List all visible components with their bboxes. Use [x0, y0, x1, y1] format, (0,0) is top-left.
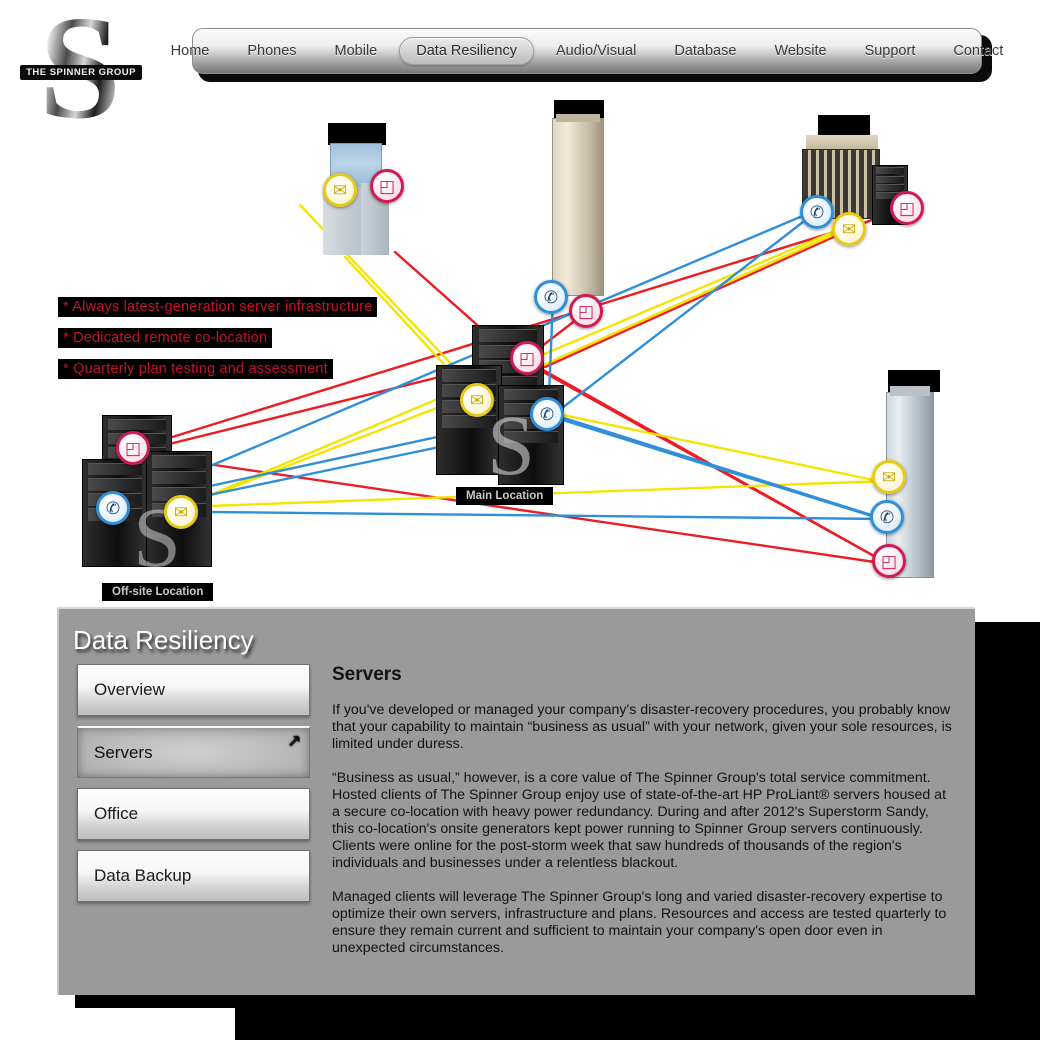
site-offsite-location: S ◰ ✆ ✉ Off-site Location [82, 415, 232, 601]
article-heading: Servers [332, 664, 402, 685]
folder-badge-top-left[interactable]: ◰ [370, 169, 404, 203]
envelope-icon: ✉ [332, 180, 348, 200]
building-dark-office-cap [806, 135, 878, 149]
envelope-icon: ✉ [469, 390, 485, 410]
envelope-badge-top-left[interactable]: ✉ [323, 173, 357, 207]
envelope-icon: ✉ [841, 219, 857, 239]
site-building-top-left: ✉ ◰ [320, 123, 410, 263]
folder-badge-top-center[interactable]: ◰ [569, 294, 603, 328]
folder-badge-main[interactable]: ◰ [510, 341, 544, 375]
page-title: Data Resiliency [73, 625, 254, 655]
rack-unit [875, 183, 905, 191]
mobile-phone-icon: ✆ [809, 202, 825, 222]
phone-badge-bottom-right[interactable]: ✆ [870, 500, 904, 534]
section-sidebar: Overview Servers ↗ Office Data Backup [77, 664, 310, 912]
building-tower-crown [890, 386, 930, 396]
nav-item-database[interactable]: Database [658, 38, 752, 64]
sidebar-item-label: Servers [94, 742, 153, 762]
mobile-phone-icon: ✆ [879, 507, 895, 527]
mobile-phone-icon: ✆ [543, 287, 559, 307]
redaction-block-top-left [328, 123, 386, 145]
article-paragraph: Managed clients will leverage The Spinne… [332, 889, 947, 957]
envelope-badge-main[interactable]: ✉ [460, 383, 494, 417]
nav-item-support[interactable]: Support [849, 38, 932, 64]
phone-badge-top-right[interactable]: ✆ [800, 195, 834, 229]
mobile-phone-icon: ✆ [539, 404, 555, 424]
nav-item-contact[interactable]: Contact [937, 38, 1019, 64]
content-panel: Data Resiliency Overview Servers ↗ Offic… [57, 607, 975, 995]
rack-unit [108, 418, 166, 430]
logo-wordmark: THE SPINNER GROUP [20, 65, 142, 80]
folder-icon: ◰ [124, 438, 142, 458]
panel-shadow-cutout [57, 1008, 235, 1040]
sidebar-item-label: Overview [94, 680, 165, 699]
nav-item-phones[interactable]: Phones [231, 38, 312, 64]
mouse-cursor-arrow-icon: ↗ [286, 731, 301, 750]
site-building-bottom-right: ✉ ✆ ◰ [870, 370, 950, 585]
diagram-bullet-1: * Always latest-generation server infras… [58, 297, 378, 317]
site-main-location: S ◰ ✉ ✆ Main Location [432, 325, 582, 505]
envelope-badge-offsite[interactable]: ✉ [164, 495, 198, 529]
main-navigation: Home Phones Mobile Data Resiliency Audio… [171, 28, 1003, 82]
rack-unit [152, 470, 206, 485]
site-building-top-right: ✆ ✉ ◰ [790, 115, 930, 246]
nav-item-home[interactable]: Home [155, 38, 226, 64]
mobile-phone-icon: ✆ [105, 498, 121, 518]
redaction-block-top-right [818, 115, 870, 137]
folder-icon: ◰ [880, 551, 898, 571]
nav-item-website[interactable]: Website [758, 38, 842, 64]
sidebar-item-data-backup[interactable]: Data Backup [77, 850, 310, 902]
envelope-badge-bottom-right[interactable]: ✉ [872, 460, 906, 494]
nav-bar: Home Phones Mobile Data Resiliency Audio… [171, 28, 1003, 74]
rack-unit [442, 368, 496, 382]
sidebar-item-overview[interactable]: Overview [77, 664, 310, 716]
site-label-main: Main Location [456, 487, 554, 505]
rack-unit [478, 328, 538, 342]
building-tan-tower-crown [556, 114, 600, 122]
nav-item-data-resiliency[interactable]: Data Resiliency [399, 37, 534, 65]
folder-badge-bottom-right[interactable]: ◰ [872, 544, 906, 578]
sidebar-item-servers[interactable]: Servers ↗ [77, 726, 310, 778]
site-label-offsite: Off-site Location [102, 583, 214, 601]
envelope-icon: ✉ [173, 502, 189, 522]
folder-icon: ◰ [898, 198, 916, 218]
network-topology-diagram: ✉ ◰ ✆ ◰ ✆ ✉ ◰ ✉ ✆ ◰ S ◰ ✉ ✆ Main Locatio… [0, 95, 1040, 605]
folder-badge-top-right[interactable]: ◰ [890, 191, 924, 225]
rack-unit [875, 175, 905, 183]
page-root: S S THE SPINNER GROUP Home Phones Mobile… [0, 0, 1040, 1040]
nav-item-mobile[interactable]: Mobile [319, 38, 394, 64]
sidebar-item-office[interactable]: Office [77, 788, 310, 840]
phone-badge-top-center[interactable]: ✆ [534, 280, 568, 314]
envelope-badge-top-right[interactable]: ✉ [832, 212, 866, 246]
envelope-icon: ✉ [881, 467, 897, 487]
article-paragraph: “Business as usual,” however, is a core … [332, 770, 947, 872]
diagram-bullet-3: * Quarterly plan testing and assessment [58, 359, 333, 379]
phone-badge-main[interactable]: ✆ [530, 397, 564, 431]
folder-icon: ◰ [378, 176, 396, 196]
folder-icon: ◰ [577, 301, 595, 321]
site-building-top-center: ✆ ◰ [534, 100, 620, 328]
rack-unit [152, 454, 206, 469]
folder-icon: ◰ [518, 348, 536, 368]
sidebar-item-label: Data Backup [94, 866, 192, 885]
rack-unit [875, 167, 905, 175]
building-tan-tower [552, 118, 604, 296]
article-body: Servers If you've developed or managed y… [332, 664, 952, 974]
sidebar-item-label: Office [94, 804, 139, 823]
article-paragraph: If you've developed or managed your comp… [332, 702, 952, 753]
folder-badge-offsite[interactable]: ◰ [116, 431, 150, 465]
phone-badge-offsite[interactable]: ✆ [96, 491, 130, 525]
diagram-bullet-2: * Dedicated remote co-location [58, 328, 273, 348]
nav-item-audio-visual[interactable]: Audio/Visual [540, 38, 652, 64]
